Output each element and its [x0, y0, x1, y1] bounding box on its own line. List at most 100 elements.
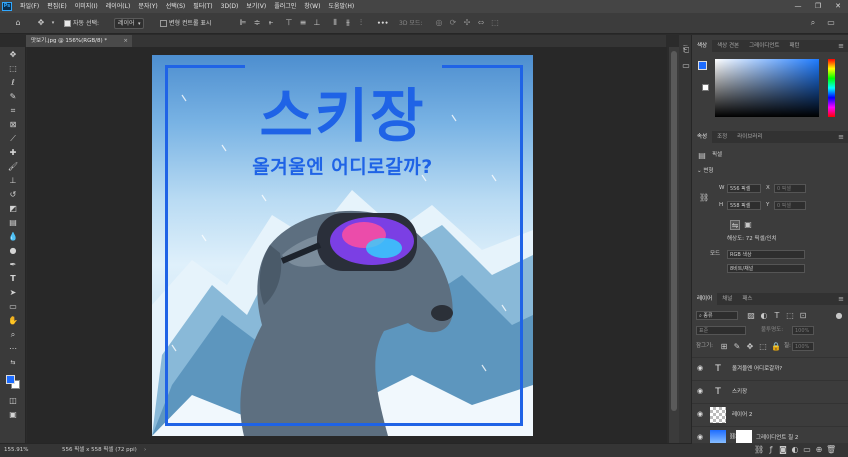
auto-select-dropdown[interactable]: 레이어	[114, 17, 144, 30]
menu-image[interactable]: 이미지(I)	[71, 0, 102, 13]
checkbox-unchecked-icon[interactable]	[160, 20, 167, 27]
menu-file[interactable]: 파일(F)	[16, 0, 43, 13]
eye-icon[interactable]: ◉	[696, 364, 704, 372]
color-foreground-swatch[interactable]	[698, 61, 707, 70]
align-center-icon[interactable]: ≑	[252, 18, 262, 28]
tab-swatches[interactable]: 색상 견본	[712, 40, 744, 52]
brush-tool-icon[interactable]: 🖌	[7, 161, 19, 173]
more-tools-icon[interactable]: ⋯	[7, 343, 19, 355]
filter-adjustment-icon[interactable]: ◐	[759, 311, 769, 321]
quick-mask-icon[interactable]: ◫	[7, 395, 19, 407]
swap-colors-icon[interactable]: ⇆	[7, 357, 19, 369]
close-window-button[interactable]: ✕	[828, 0, 848, 13]
scale-3d-icon[interactable]: ⬚	[490, 18, 500, 28]
eye-icon[interactable]: ◉	[696, 433, 704, 441]
status-arrow-icon[interactable]: ›	[144, 444, 146, 456]
rectangle-tool-icon[interactable]: ▭	[7, 301, 19, 313]
menu-window[interactable]: 창(W)	[300, 0, 324, 13]
new-layer-icon[interactable]: ⊕	[814, 445, 824, 455]
width-field[interactable]: 556 픽셀	[727, 184, 761, 193]
distribute-center-icon[interactable]: ⫵	[343, 18, 353, 28]
layer-row[interactable]: ◉ ⛓ 그레이디언트 칠 2	[692, 426, 848, 443]
opacity-field[interactable]: 100%	[792, 326, 814, 335]
eyedropper-tool-icon[interactable]: ⟋	[7, 133, 19, 145]
layer-row[interactable]: ◉ T 올겨울엔 어디로갈까?	[692, 357, 848, 379]
marquee-tool-icon[interactable]: ⬚	[7, 63, 19, 75]
menu-type[interactable]: 문자(Y)	[134, 0, 161, 13]
lasso-tool-icon[interactable]: ℓ	[7, 77, 19, 89]
align-top-icon[interactable]: ⊤	[284, 18, 294, 28]
menu-view[interactable]: 보기(V)	[242, 0, 270, 13]
y-field[interactable]: 0 픽셀	[774, 201, 806, 210]
color-background-swatch[interactable]	[702, 84, 709, 91]
panel-menu-icon[interactable]: ≡	[838, 131, 844, 143]
color-mode-dropdown[interactable]: RGB 색상	[727, 250, 805, 259]
tab-gradients[interactable]: 그레이디언트	[744, 40, 784, 52]
dodge-tool-icon[interactable]: ●	[7, 245, 19, 257]
layer-row[interactable]: ◉ T 스키장	[692, 380, 848, 402]
roll-3d-icon[interactable]: ⟳	[448, 18, 458, 28]
lock-pixels-icon[interactable]: ✎	[732, 342, 742, 352]
adjustment-layer-icon[interactable]: ◐	[790, 445, 800, 455]
align-middle-icon[interactable]: ≡	[298, 18, 308, 28]
slide-3d-icon[interactable]: ⇔	[476, 18, 486, 28]
layer-name[interactable]: 스키장	[732, 381, 747, 403]
more-options-button[interactable]: •••	[377, 17, 389, 30]
lock-transparent-icon[interactable]: ⊞	[719, 342, 729, 352]
transform-controls-checkbox[interactable]: 변형 컨트롤 표시	[160, 17, 211, 30]
filter-toggle-icon[interactable]: ●	[834, 311, 844, 321]
crop-tool-icon[interactable]: ⌗	[7, 105, 19, 117]
auto-select-value[interactable]: 레이어	[114, 18, 144, 29]
tab-libraries[interactable]: 라이브러리	[732, 131, 767, 143]
eye-icon[interactable]: ◉	[696, 410, 704, 418]
close-tab-icon[interactable]: ×	[123, 35, 128, 47]
color-picker-field[interactable]	[715, 59, 819, 117]
tab-layers[interactable]: 레이어	[692, 293, 718, 305]
menu-layer[interactable]: 레이어(L)	[102, 0, 135, 13]
align-bottom-icon[interactable]: ⊥	[312, 18, 322, 28]
auto-select-checkbox[interactable]: 자동 선택:	[64, 17, 99, 30]
frame-tool-icon[interactable]: ⊠	[7, 119, 19, 131]
quick-select-tool-icon[interactable]: ✎	[7, 91, 19, 103]
lock-all-icon[interactable]: 🔒	[771, 342, 781, 352]
foreground-color-swatch[interactable]	[6, 375, 15, 384]
checkbox-checked-icon[interactable]	[64, 20, 71, 27]
menu-help[interactable]: 도움말(H)	[324, 0, 358, 13]
menu-select[interactable]: 선택(S)	[162, 0, 190, 13]
path-select-tool-icon[interactable]: ➤	[7, 287, 19, 299]
menu-3d[interactable]: 3D(D)	[217, 0, 243, 13]
filter-smart-object-icon[interactable]: ⊡	[798, 311, 808, 321]
layer-filter-dropdown[interactable]: ⌕ 종류	[696, 311, 738, 320]
height-field[interactable]: 558 픽셀	[727, 201, 761, 210]
move-tool-icon[interactable]: ✥	[36, 18, 46, 28]
vertical-scrollbar[interactable]	[669, 47, 679, 443]
x-field[interactable]: 0 픽셀	[774, 184, 806, 193]
fx-icon[interactable]: ƒ	[766, 445, 776, 455]
zoom-level[interactable]: 155.91%	[4, 444, 28, 456]
panel-menu-icon[interactable]: ≡	[838, 293, 844, 305]
distribute-left-icon[interactable]: ⫴	[330, 18, 340, 28]
document-tab[interactable]: 맛보기.jpg @ 156%(RGB/8) * ×	[26, 35, 132, 47]
layer-row[interactable]: ◉ 레이어 2	[692, 403, 848, 425]
filter-shape-icon[interactable]: ⬚	[785, 311, 795, 321]
transform-section-title[interactable]: ⌄ 변형	[697, 167, 713, 176]
blend-mode-dropdown[interactable]: 표준	[696, 326, 746, 335]
menu-filter[interactable]: 필터(T)	[189, 0, 216, 13]
healing-brush-tool-icon[interactable]: ✚	[7, 147, 19, 159]
history-brush-tool-icon[interactable]: ↺	[7, 189, 19, 201]
tab-channels[interactable]: 채널	[717, 293, 737, 305]
hue-slider[interactable]	[828, 59, 835, 117]
vertical-scroll-thumb[interactable]	[671, 51, 677, 411]
stamp-tool-icon[interactable]: ⊥	[7, 175, 19, 187]
comments-panel-icon[interactable]: ▭	[681, 61, 691, 71]
type-tool-icon[interactable]: T	[7, 273, 19, 285]
layer-name[interactable]: 올겨울엔 어디로갈까?	[732, 358, 782, 380]
menu-plugins[interactable]: 플러그인	[270, 0, 300, 13]
gradient-tool-icon[interactable]: ▤	[7, 217, 19, 229]
search-icon[interactable]: ⌕	[808, 18, 818, 28]
fill-field[interactable]: 100%	[792, 342, 814, 351]
flip-horizontal-icon[interactable]: ⇋	[730, 220, 740, 230]
layer-mask-thumb[interactable]	[736, 430, 752, 443]
home-icon[interactable]: ⌂	[13, 18, 23, 28]
eye-icon[interactable]: ◉	[696, 387, 704, 395]
